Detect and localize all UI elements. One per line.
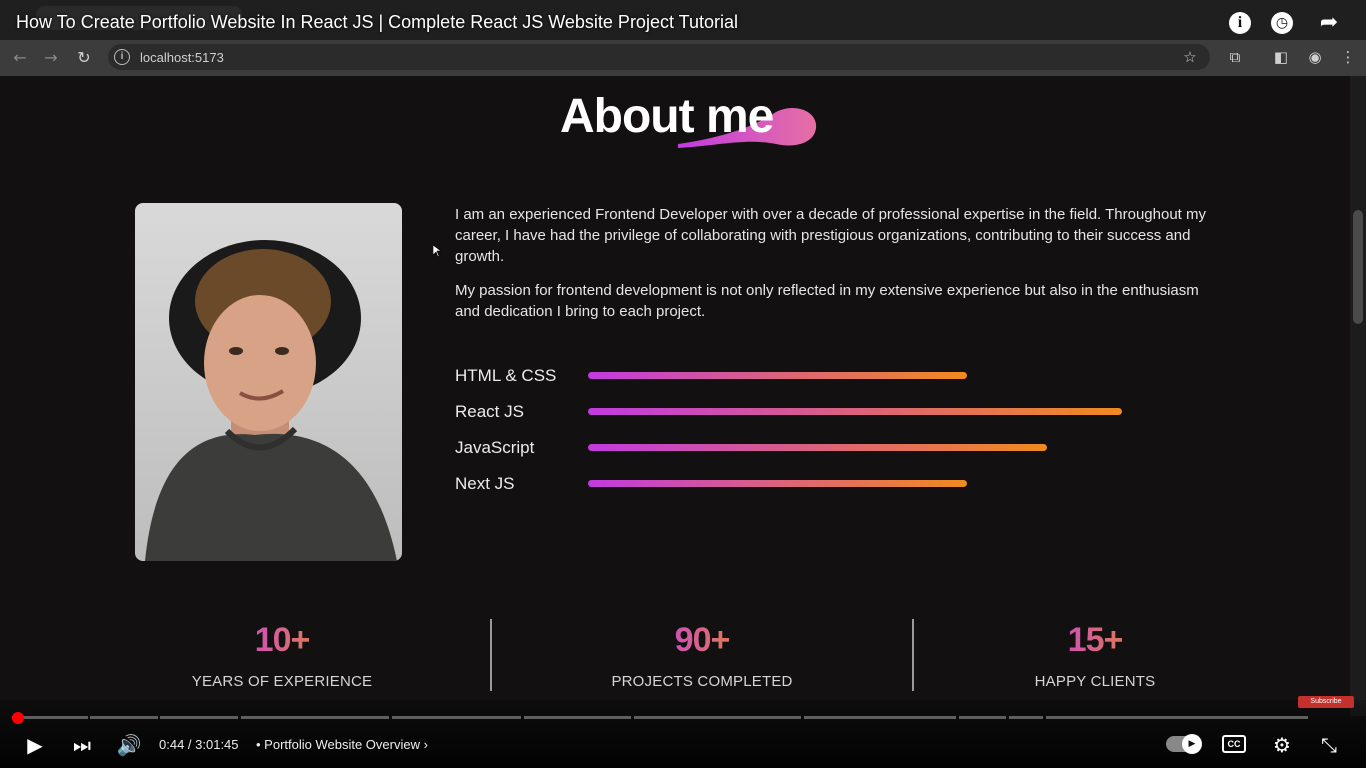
- time-display: 0:44 / 3:01:45: [159, 737, 239, 752]
- skill-label: HTML & CSS: [455, 366, 557, 385]
- skill-bar: [588, 408, 1122, 415]
- site-info-icon[interactable]: i: [114, 49, 130, 65]
- progress-chapter[interactable]: [90, 716, 158, 719]
- screen: ← → ↻ i localhost:5173 ☆ ⧉ ◧ ◉ ⋮ How To …: [0, 0, 1366, 768]
- address-bar[interactable]: [108, 44, 1210, 70]
- forward-icon[interactable]: →: [41, 48, 61, 68]
- progress-chapter[interactable]: [804, 716, 956, 719]
- progress-chapter[interactable]: [1046, 716, 1308, 719]
- skill-bar: [588, 372, 967, 379]
- stat-divider: [912, 619, 914, 691]
- progress-chapter[interactable]: [160, 716, 238, 719]
- info-icon[interactable]: i: [1229, 12, 1251, 34]
- progress-chapter[interactable]: [959, 716, 1006, 719]
- scrollbar-thumb[interactable]: [1353, 210, 1363, 324]
- progress-chapter[interactable]: [241, 716, 389, 719]
- progress-chapter[interactable]: [524, 716, 631, 719]
- stat-label: HAPPY CLIENTS: [1034, 673, 1156, 690]
- stat-value: 10+: [222, 621, 342, 660]
- volume-icon[interactable]: 🔊: [116, 732, 142, 758]
- autoplay-knob-icon[interactable]: ▶: [1182, 734, 1202, 754]
- section-heading: About me: [560, 90, 774, 143]
- chapter-title[interactable]: • Portfolio Website Overview ›: [256, 737, 428, 752]
- progress-chapter[interactable]: [634, 716, 801, 719]
- stat-divider: [490, 619, 492, 691]
- reload-icon[interactable]: ↻: [74, 48, 94, 68]
- side-panel-icon[interactable]: ◧: [1271, 47, 1291, 67]
- player-controls: [0, 700, 1366, 768]
- stat-label: YEARS OF EXPERIENCE: [191, 673, 373, 690]
- bio-paragraph: I am an experienced Frontend Developer w…: [455, 206, 1206, 265]
- settings-icon[interactable]: ⚙: [1269, 732, 1295, 758]
- back-icon[interactable]: ←: [10, 48, 30, 68]
- address-url: localhost:5173: [140, 50, 224, 65]
- bio-paragraph: My passion for frontend development is n…: [455, 282, 1199, 320]
- stat-value: 90+: [642, 621, 762, 660]
- captions-icon[interactable]: CC: [1222, 735, 1246, 753]
- progress-chapter[interactable]: [392, 716, 521, 719]
- share-icon[interactable]: ➦: [1318, 12, 1340, 34]
- progress-chapter[interactable]: [1009, 716, 1043, 719]
- scrollbar[interactable]: [1350, 76, 1366, 716]
- menu-icon[interactable]: ⋮: [1338, 47, 1358, 67]
- stat-label: PROJECTS COMPLETED: [611, 673, 793, 690]
- clock-icon[interactable]: ◷: [1271, 12, 1293, 34]
- play-icon[interactable]: ▶: [22, 732, 48, 758]
- puzzle-icon[interactable]: ⧉: [1225, 47, 1245, 67]
- profile-icon[interactable]: ◉: [1305, 47, 1325, 67]
- mouse-cursor-icon: [433, 245, 441, 257]
- video-title[interactable]: How To Create Portfolio Website In React…: [16, 12, 738, 33]
- skill-bar: [588, 480, 967, 487]
- skill-label: Next JS: [455, 474, 515, 493]
- skill-label: JavaScript: [455, 438, 535, 457]
- portrait-illustration: [145, 240, 397, 561]
- progress-scrubber[interactable]: [12, 712, 24, 724]
- star-icon[interactable]: ☆: [1180, 47, 1200, 67]
- next-icon[interactable]: ⏭: [69, 732, 95, 758]
- chapter-label: • Portfolio Website Overview: [256, 737, 420, 752]
- skill-label: React JS: [455, 402, 524, 421]
- skill-bar: [588, 444, 1047, 451]
- profile-photo: [135, 203, 402, 561]
- subscribe-watermark[interactable]: Subscribe: [1298, 696, 1354, 708]
- stat-value: 15+: [1035, 621, 1155, 660]
- exit-fullscreen-icon[interactable]: ⤡: [1316, 732, 1342, 758]
